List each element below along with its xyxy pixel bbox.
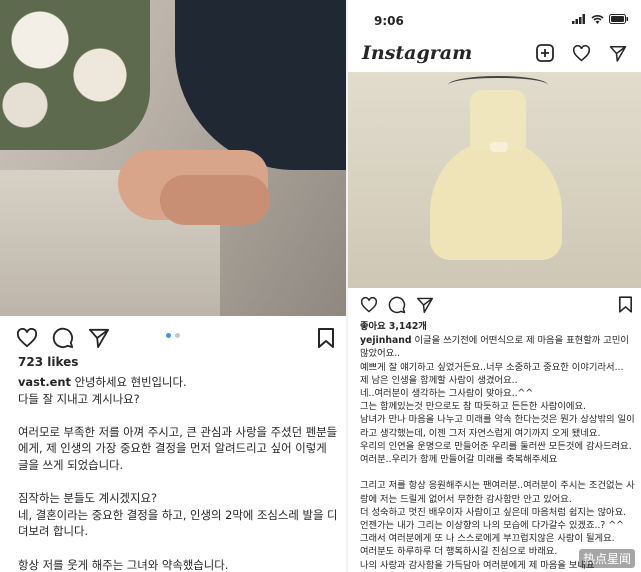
system-icons	[572, 14, 629, 24]
signal-icon	[572, 14, 586, 24]
bookmark-icon[interactable]	[619, 296, 632, 313]
caption-username[interactable]: vast.ent	[18, 375, 71, 389]
share-icon[interactable]	[88, 328, 110, 348]
instagram-logo[interactable]: Instagram	[362, 42, 472, 64]
post-photo-hands[interactable]	[0, 0, 346, 316]
hands-image-2	[160, 175, 270, 225]
header-actions	[536, 44, 627, 62]
heart-icon[interactable]	[360, 297, 378, 313]
heart-icon[interactable]	[16, 328, 38, 348]
post-caption: vast.ent 안녕하세요 현빈입니다. 다들 잘 지내고 계시나요? 여러모…	[18, 374, 340, 572]
suit-sleeve-image	[175, 0, 346, 170]
comment-icon[interactable]	[388, 296, 406, 314]
post-right: 9:06 Instagram 좋아요 3,142개 yejinhand 이글을 …	[348, 0, 641, 572]
carousel-dot-active	[166, 333, 171, 338]
caption-first-line: 안녕하세요 현빈입니다.	[70, 375, 187, 389]
share-icon[interactable]	[609, 44, 627, 62]
caption-username[interactable]: yejinhand	[360, 335, 412, 346]
bookmark-icon[interactable]	[318, 328, 334, 348]
post-caption: 좋아요 3,142개 yejinhand 이글을 쓰기전에 어떤식으로 제 마음을…	[360, 320, 636, 572]
like-count[interactable]: 좋아요 3,142개	[360, 320, 636, 333]
instagram-header: Instagram	[348, 38, 641, 72]
dress-bodice-image	[470, 90, 526, 150]
comment-icon[interactable]	[52, 327, 74, 349]
post-photo-dress[interactable]	[348, 72, 641, 288]
post-actions-left	[16, 325, 110, 351]
heart-icon[interactable]	[572, 44, 591, 62]
plus-square-icon[interactable]	[536, 44, 554, 62]
like-count[interactable]: 723 likes	[18, 355, 78, 369]
bouquet-image	[0, 0, 150, 150]
carousel-dot	[175, 333, 180, 338]
battery-icon	[609, 14, 629, 24]
share-icon[interactable]	[416, 297, 434, 313]
dress-bow-image	[490, 142, 508, 152]
carousel-indicator	[166, 333, 180, 338]
wifi-icon	[591, 14, 604, 24]
post-actions-right	[360, 292, 434, 318]
post-left: 723 likes vast.ent 안녕하세요 현빈입니다. 다들 잘 지내고…	[0, 0, 346, 572]
watermark: 热点星闻	[578, 549, 635, 568]
status-time: 9:06	[374, 14, 404, 28]
caption-body: 예쁘게 잘 얘기하고 싶었거든요..너무 소중하고 중요한 이야기라서... 제…	[360, 361, 635, 571]
caption-body: 다들 잘 지내고 계시나요? 여러모로 부족한 저를 아껴 주시고, 큰 관심과…	[18, 391, 338, 572]
dress-skirt-image	[430, 140, 562, 260]
status-bar: 9:06	[348, 0, 641, 38]
